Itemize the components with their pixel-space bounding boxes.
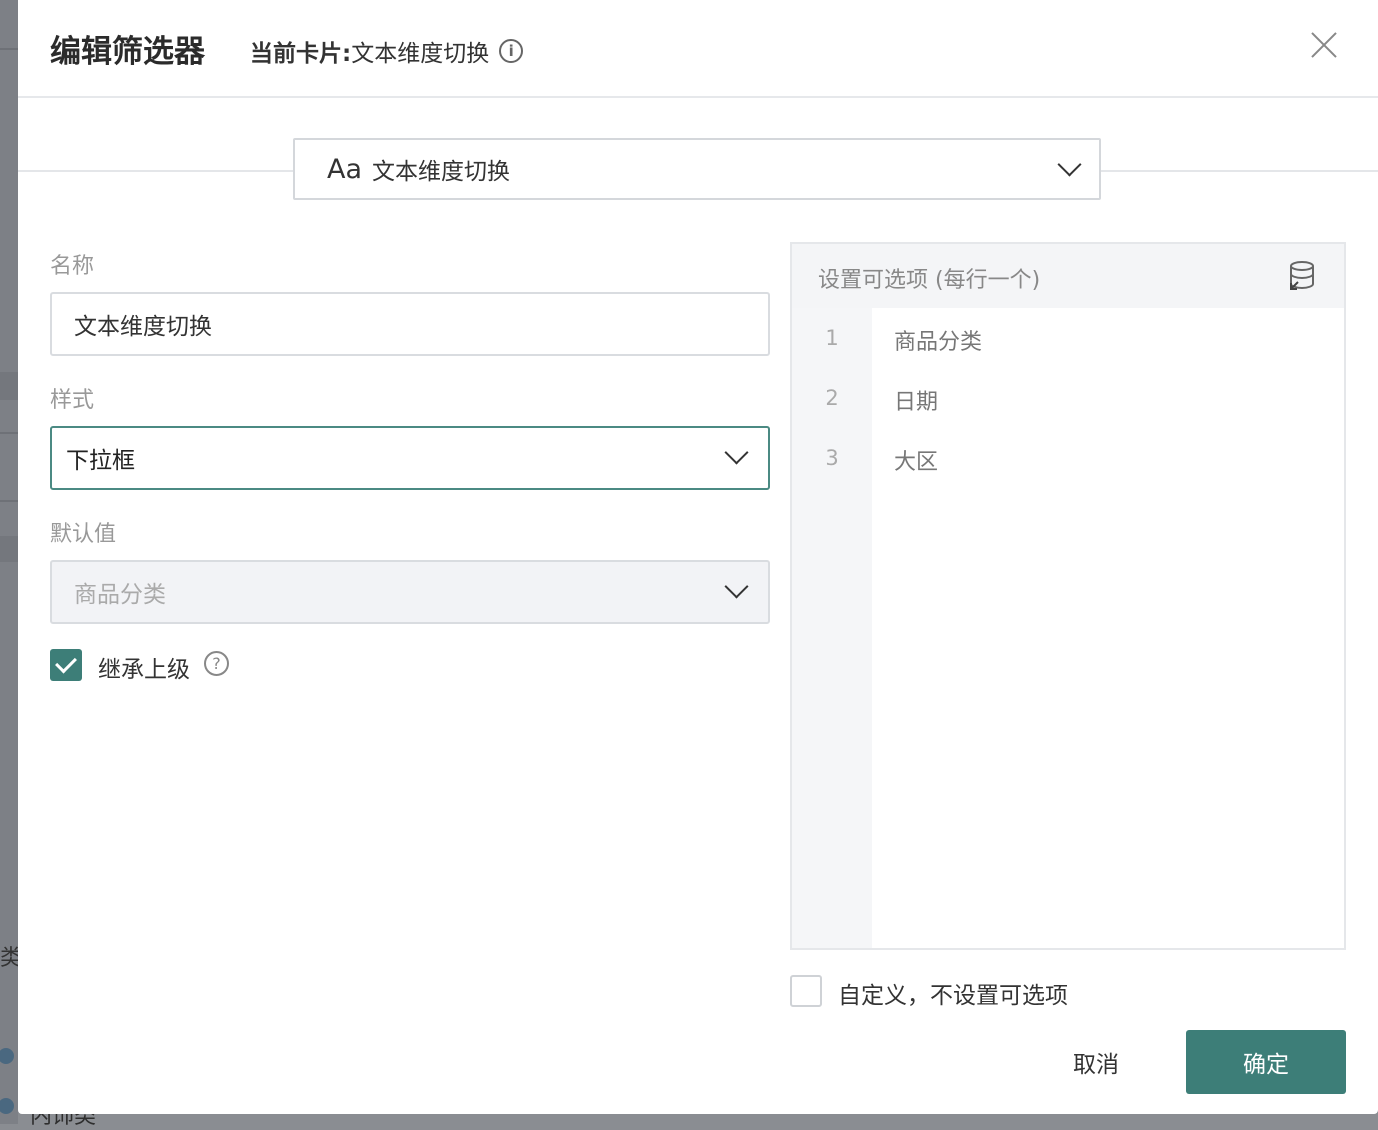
edit-filter-dialog: 编辑筛选器 当前卡片: 文本维度切换 i Aa 文本维度切换 名称 文本维度切换… bbox=[18, 0, 1378, 1114]
current-card-info: 当前卡片: 文本维度切换 i bbox=[250, 34, 524, 68]
background-divider bbox=[0, 48, 18, 50]
custom-option-checkbox[interactable] bbox=[790, 975, 822, 1007]
chevron-down-icon bbox=[1057, 152, 1082, 177]
current-card-name: 文本维度切换 bbox=[351, 41, 490, 67]
name-label: 名称 bbox=[50, 254, 95, 279]
inherit-checkbox[interactable] bbox=[50, 649, 82, 681]
cancel-button[interactable]: 取消 bbox=[1058, 1030, 1134, 1094]
style-select-value: 下拉框 bbox=[66, 448, 135, 474]
options-editor[interactable]: 设置可选项 (每行一个) 1 商品分类 2 日期 3 大区 bbox=[790, 242, 1346, 950]
line-number: 1 bbox=[825, 326, 839, 350]
confirm-button[interactable]: 确定 bbox=[1186, 1030, 1346, 1094]
style-label: 样式 bbox=[50, 388, 95, 413]
option-line[interactable]: 日期 bbox=[894, 384, 938, 416]
default-value-select[interactable]: 商品分类 bbox=[50, 560, 770, 624]
chevron-down-icon bbox=[724, 574, 749, 599]
background-block bbox=[0, 536, 18, 562]
line-number: 2 bbox=[825, 386, 839, 410]
close-icon[interactable] bbox=[1306, 28, 1342, 64]
options-header: 设置可选项 (每行一个) bbox=[792, 244, 1344, 308]
text-type-icon: Aa bbox=[327, 153, 363, 185]
option-line[interactable]: 商品分类 bbox=[894, 324, 982, 356]
background-divider bbox=[0, 432, 18, 434]
inherit-label: 继承上级 bbox=[98, 657, 190, 683]
help-icon[interactable]: ? bbox=[204, 651, 229, 676]
option-line[interactable]: 大区 bbox=[894, 444, 938, 476]
style-select[interactable]: 下拉框 bbox=[50, 426, 770, 490]
database-import-icon[interactable] bbox=[1288, 260, 1316, 292]
default-value-placeholder: 商品分类 bbox=[74, 582, 166, 608]
background-divider bbox=[0, 500, 18, 502]
dialog-header: 编辑筛选器 当前卡片: 文本维度切换 i bbox=[18, 0, 1378, 98]
chevron-down-icon bbox=[724, 440, 749, 465]
filter-type-value: 文本维度切换 bbox=[372, 159, 511, 185]
current-card-label: 当前卡片: bbox=[250, 41, 352, 67]
info-icon[interactable]: i bbox=[499, 39, 524, 63]
filter-type-select[interactable]: Aa 文本维度切换 bbox=[293, 138, 1101, 200]
options-title: 设置可选项 (每行一个) bbox=[818, 268, 1041, 293]
line-number: 3 bbox=[825, 446, 839, 470]
custom-option-label: 自定义，不设置可选项 bbox=[838, 983, 1068, 1009]
dialog-title: 编辑筛选器 bbox=[50, 34, 205, 70]
background-block bbox=[0, 372, 18, 400]
default-value-label: 默认值 bbox=[50, 522, 117, 547]
name-input[interactable]: 文本维度切换 bbox=[50, 292, 770, 356]
